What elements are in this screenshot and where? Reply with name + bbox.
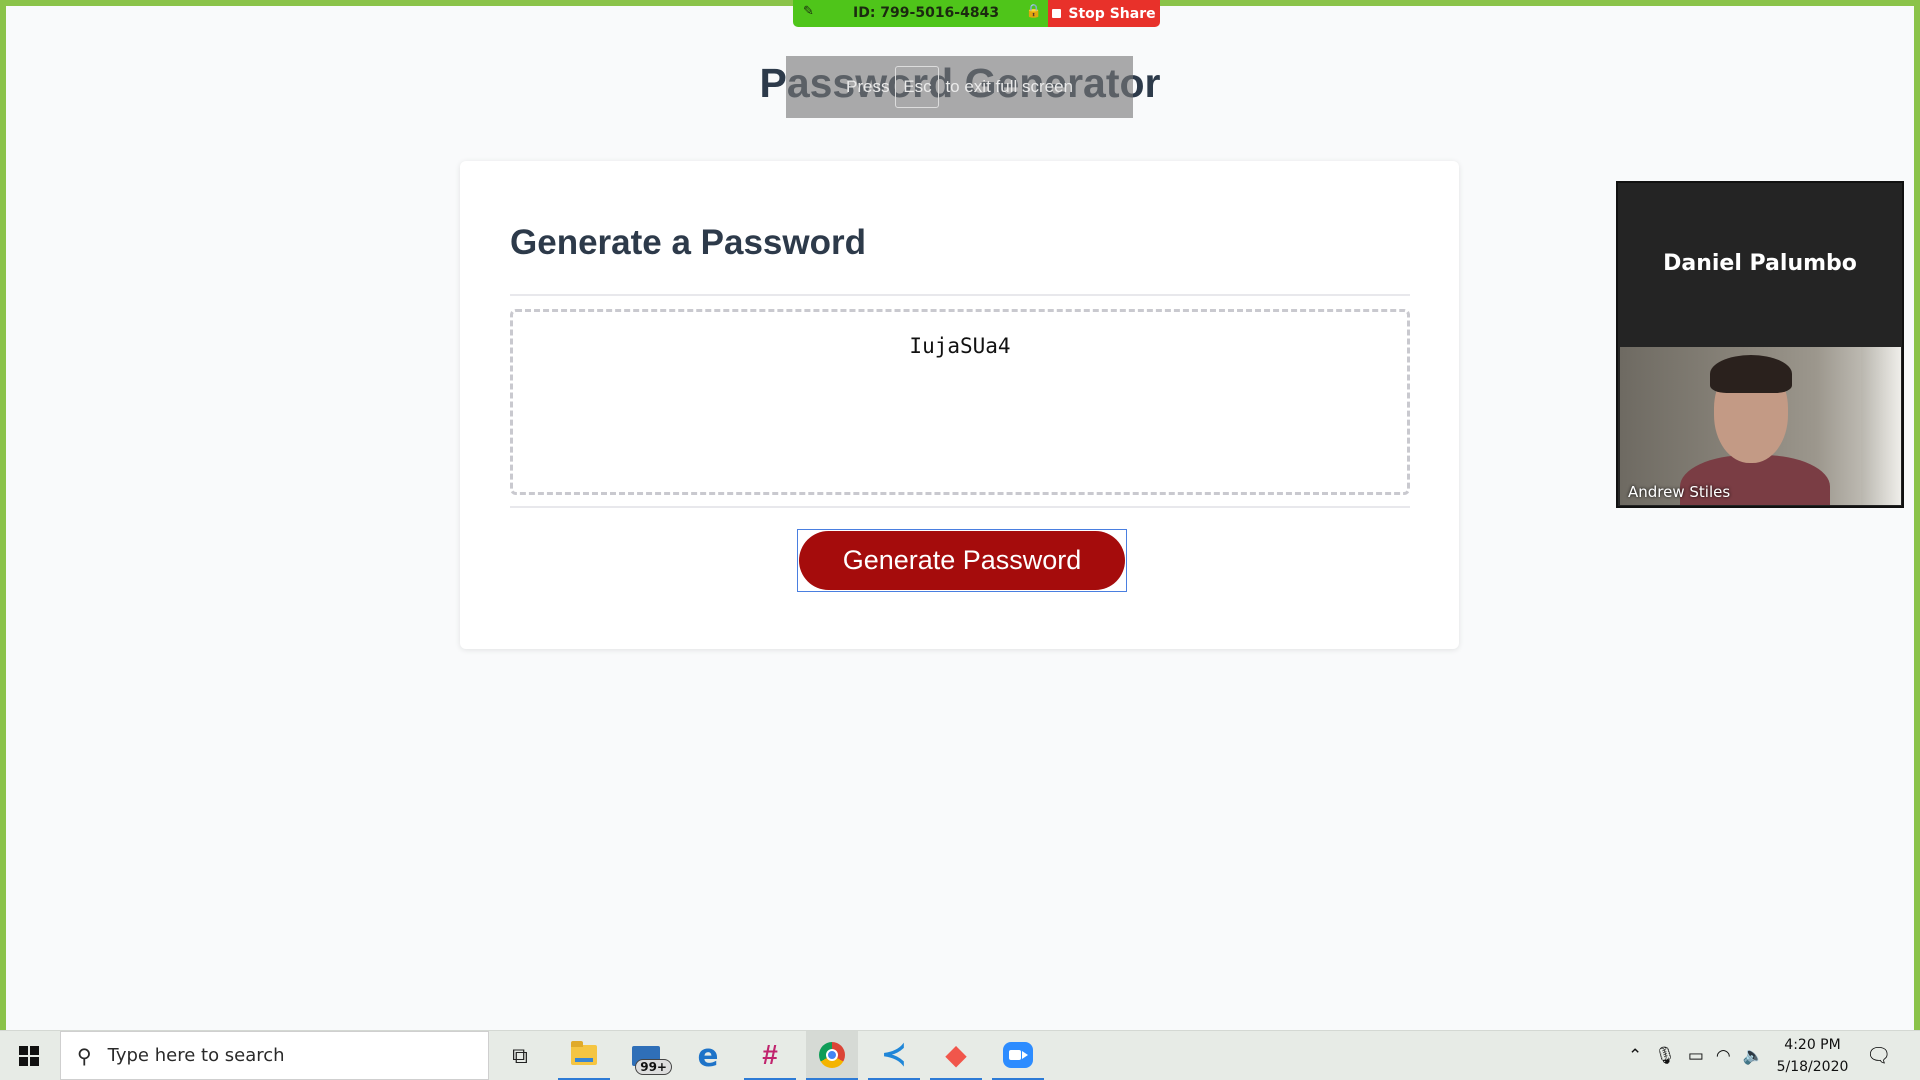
chevron-up-icon[interactable]: ⌃ <box>1628 1046 1642 1066</box>
annotate-pen-icon[interactable]: ✎ <box>803 4 814 19</box>
vscode-icon: ≺ <box>881 1038 907 1071</box>
slack-icon: # <box>762 1038 778 1070</box>
search-placeholder: Type here to search <box>107 1045 285 1066</box>
stop-share-label: Stop Share <box>1068 5 1156 22</box>
fullscreen-exit-hint: Press Esc to exit full screen <box>786 56 1133 118</box>
task-view-icon: ⧉ <box>512 1043 528 1068</box>
taskbar: ⚲ Type here to search ⧉ 99+ e # ≺ ◆ ⌃ 🎙 … <box>0 1030 1920 1080</box>
volume-icon[interactable]: 🔈 <box>1743 1046 1764 1066</box>
person-hair <box>1710 355 1792 393</box>
participant-name-andrew: Andrew Stiles <box>1628 483 1731 501</box>
video-panel[interactable]: Daniel Palumbo Andrew Stiles <box>1616 181 1904 508</box>
password-card: Generate a Password IujaSUa4 Generate Pa… <box>460 161 1459 649</box>
meeting-id-area[interactable]: ✎ ID: 799-5016-4843 🔒 <box>793 0 1048 27</box>
file-explorer-icon <box>571 1040 597 1065</box>
notification-icon[interactable]: 🗨 <box>1866 1043 1891 1068</box>
generate-password-button[interactable]: Generate Password <box>799 531 1125 590</box>
hint-suffix: to exit full screen <box>945 77 1074 96</box>
system-tray: ⌃ 🎙 ▭ ◠ 🔈 <box>1622 1031 1770 1080</box>
zoom-share-toolbar: ✎ ID: 799-5016-4843 🔒 Stop Share <box>793 0 1160 27</box>
video-background <box>1861 347 1901 505</box>
meeting-id: ID: 799-5016-4843 <box>853 5 1000 21</box>
hint-prefix: Press <box>845 77 890 96</box>
clock[interactable]: 4:20 PM 5/18/2020 <box>1765 1034 1860 1078</box>
wifi-icon[interactable]: ◠ <box>1716 1046 1731 1066</box>
divider-top <box>510 294 1410 296</box>
task-view-button[interactable]: ⧉ <box>494 1031 546 1080</box>
chrome-icon <box>819 1041 845 1068</box>
esc-key-icon: Esc <box>895 66 940 108</box>
clock-time: 4:20 PM <box>1784 1037 1841 1053</box>
gitkraken-icon: ◆ <box>945 1039 967 1070</box>
generate-button-focus-ring: Generate Password <box>797 529 1127 592</box>
clock-date: 5/18/2020 <box>1776 1059 1849 1075</box>
gitkraken-button[interactable]: ◆ <box>930 1031 982 1080</box>
card-header: Generate a Password <box>510 223 866 262</box>
file-explorer-button[interactable] <box>558 1031 610 1080</box>
microphone-icon[interactable]: 🎙 <box>1654 1046 1676 1066</box>
participant-name-daniel: Daniel Palumbo <box>1663 251 1857 276</box>
password-output[interactable]: IujaSUa4 <box>510 309 1410 495</box>
vscode-button[interactable]: ≺ <box>868 1031 920 1080</box>
taskbar-search-box[interactable]: ⚲ Type here to search <box>60 1031 489 1080</box>
chrome-button[interactable] <box>806 1031 858 1080</box>
zoom-icon <box>1003 1041 1033 1068</box>
edge-icon: e <box>697 1038 719 1074</box>
stop-icon <box>1052 9 1062 18</box>
mail-icon: 99+ <box>632 1046 672 1075</box>
divider-bottom <box>510 506 1410 508</box>
search-icon: ⚲ <box>77 1043 92 1068</box>
mail-button[interactable]: 99+ <box>620 1031 672 1080</box>
stop-share-button[interactable]: Stop Share <box>1048 0 1160 27</box>
mail-badge: 99+ <box>635 1059 672 1075</box>
start-button[interactable] <box>0 1031 58 1080</box>
windows-logo-icon <box>19 1046 39 1066</box>
edge-button[interactable]: e <box>682 1031 734 1080</box>
battery-icon[interactable]: ▭ <box>1688 1046 1704 1066</box>
lock-icon: 🔒 <box>1025 4 1042 19</box>
slack-button[interactable]: # <box>744 1031 796 1080</box>
zoom-button[interactable] <box>992 1031 1044 1080</box>
participant-video-feed[interactable]: Andrew Stiles <box>1620 347 1901 505</box>
